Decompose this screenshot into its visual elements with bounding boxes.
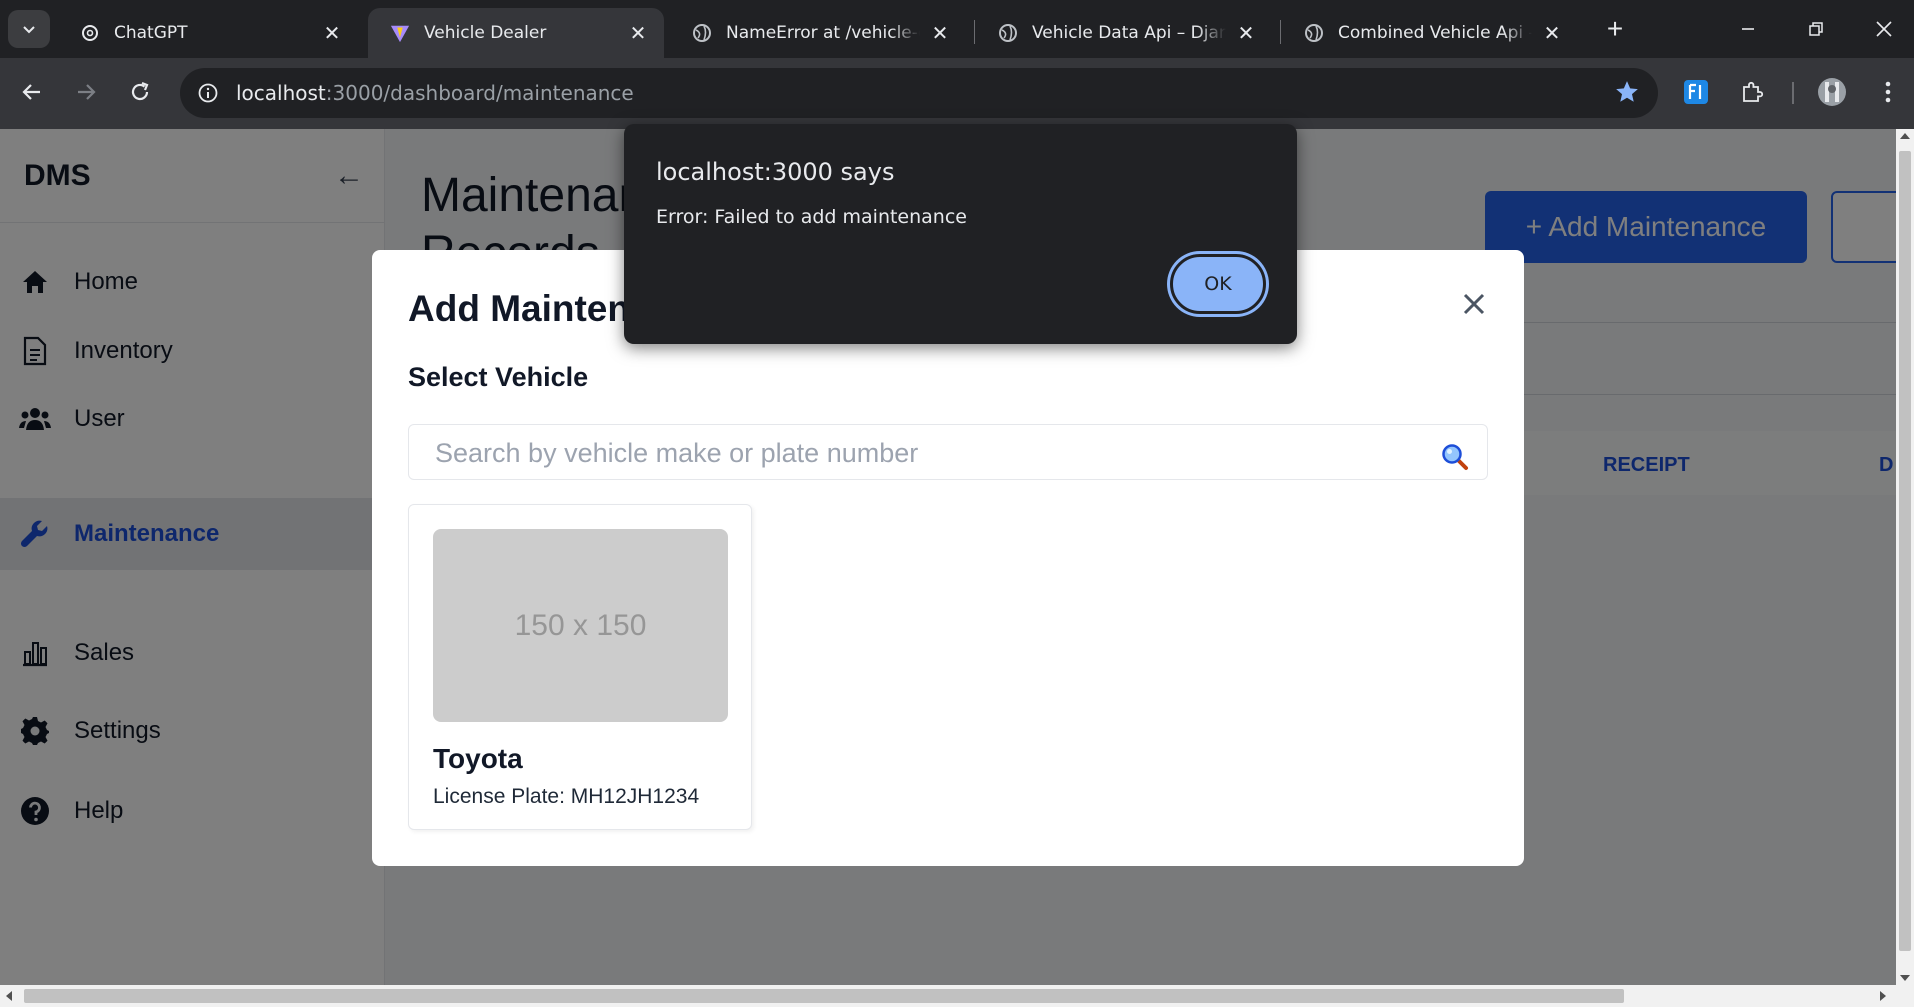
- tab-title: Combined Vehicle Api – Dj: [1338, 23, 1532, 43]
- chatgpt-logo-icon: [80, 23, 100, 43]
- url-text: localhost:3000/dashboard/maintenance: [236, 81, 634, 105]
- horizontal-scrollbar[interactable]: [0, 985, 1914, 1007]
- vehicle-make: Toyota: [433, 743, 523, 774]
- address-bar[interactable]: localhost:3000/dashboard/maintenance: [180, 68, 1658, 118]
- url-path: :3000/dashboard/maintenance: [325, 81, 634, 105]
- back-button[interactable]: [14, 74, 50, 110]
- alert-ok-button[interactable]: OK: [1170, 254, 1266, 314]
- tab-separator: [1280, 20, 1281, 44]
- minimize-button[interactable]: [1724, 10, 1772, 48]
- extensions-button[interactable]: [1734, 74, 1770, 110]
- tab-vehicle-dealer[interactable]: Vehicle Dealer ✕: [368, 8, 664, 58]
- puzzle-icon: [1743, 81, 1764, 102]
- extension-fi-icon: [1684, 80, 1708, 104]
- vehicle-card[interactable]: 150 x 150 Toyota License Plate: MH12JH12…: [408, 504, 752, 830]
- alert-message: Error: Failed to add maintenance: [656, 206, 967, 228]
- vite-logo-icon: [390, 23, 410, 43]
- browser-toolbar: localhost:3000/dashboard/maintenance: [0, 58, 1914, 129]
- close-icon: [1463, 293, 1485, 315]
- toolbar-separator: [1792, 82, 1794, 104]
- more-vertical-icon: [1885, 81, 1891, 103]
- close-icon[interactable]: ✕: [628, 23, 648, 43]
- scroll-left-arrow-icon[interactable]: [6, 991, 12, 1001]
- restore-icon: [1809, 22, 1823, 36]
- url-host: localhost: [236, 81, 326, 105]
- minimize-icon: [1742, 28, 1754, 30]
- globe-icon: [692, 23, 712, 43]
- vertical-scrollbar[interactable]: [1896, 129, 1914, 985]
- tab-title: ChatGPT: [114, 23, 188, 43]
- site-info-icon[interactable]: [194, 79, 222, 107]
- arrow-left-icon: [22, 84, 40, 100]
- extension-fi-button[interactable]: [1678, 74, 1714, 110]
- bookmark-star-icon[interactable]: [1614, 79, 1642, 107]
- scroll-down-arrow-icon[interactable]: [1900, 975, 1910, 981]
- browser-menu-button[interactable]: [1870, 74, 1906, 110]
- scrollbar-thumb[interactable]: [1899, 151, 1911, 951]
- scroll-right-arrow-icon[interactable]: [1880, 991, 1886, 1001]
- vehicle-image-placeholder: 150 x 150: [433, 529, 728, 722]
- browser-tab-bar: ChatGPT ✕ Vehicle Dealer ✕ NameError at …: [0, 0, 1914, 58]
- tab-title: Vehicle Dealer: [424, 23, 547, 43]
- tab-chatgpt[interactable]: ChatGPT ✕: [58, 8, 358, 58]
- forward-button[interactable]: [68, 74, 104, 110]
- tab-title: NameError at /vehicle-data: [726, 23, 920, 43]
- window-close-button[interactable]: [1860, 10, 1908, 48]
- scrollbar-thumb[interactable]: [24, 989, 1624, 1003]
- tab-vehicle-data-api[interactable]: Vehicle Data Api – Django ✕: [976, 8, 1272, 58]
- vehicle-search-input[interactable]: [433, 435, 1393, 471]
- tab-separator: [974, 20, 975, 44]
- chevron-down-icon: [23, 26, 35, 34]
- scroll-up-arrow-icon[interactable]: [1900, 133, 1910, 139]
- arrow-right-icon: [78, 84, 96, 100]
- new-tab-button[interactable]: +: [1600, 14, 1630, 44]
- profile-button[interactable]: [1814, 74, 1850, 110]
- restore-button[interactable]: [1792, 10, 1840, 48]
- tab-title: Vehicle Data Api – Django: [1032, 23, 1226, 43]
- tab-nameerror[interactable]: NameError at /vehicle-data ✕: [670, 8, 966, 58]
- close-icon[interactable]: ✕: [322, 23, 342, 43]
- browser-alert-dialog: localhost:3000 says Error: Failed to add…: [624, 124, 1297, 344]
- close-icon: [1876, 21, 1892, 37]
- globe-icon: [1304, 23, 1324, 43]
- alert-title: localhost:3000 says: [656, 158, 895, 186]
- vehicle-plate: License Plate: MH12JH1234: [433, 785, 700, 808]
- globe-icon: [998, 23, 1018, 43]
- tab-combined-vehicle-api[interactable]: Combined Vehicle Api – Dj ✕: [1282, 8, 1578, 58]
- avatar: [1818, 78, 1846, 106]
- modal-close-button[interactable]: [1460, 290, 1490, 320]
- close-icon[interactable]: ✕: [1236, 23, 1256, 43]
- magnifier-icon[interactable]: [1441, 443, 1469, 471]
- reload-button[interactable]: [122, 74, 158, 110]
- close-icon[interactable]: ✕: [1542, 23, 1562, 43]
- vehicle-search: [408, 424, 1488, 480]
- tab-search-button[interactable]: [8, 10, 50, 48]
- reload-icon: [131, 81, 149, 101]
- select-vehicle-label: Select Vehicle: [408, 362, 589, 392]
- close-icon[interactable]: ✕: [930, 23, 950, 43]
